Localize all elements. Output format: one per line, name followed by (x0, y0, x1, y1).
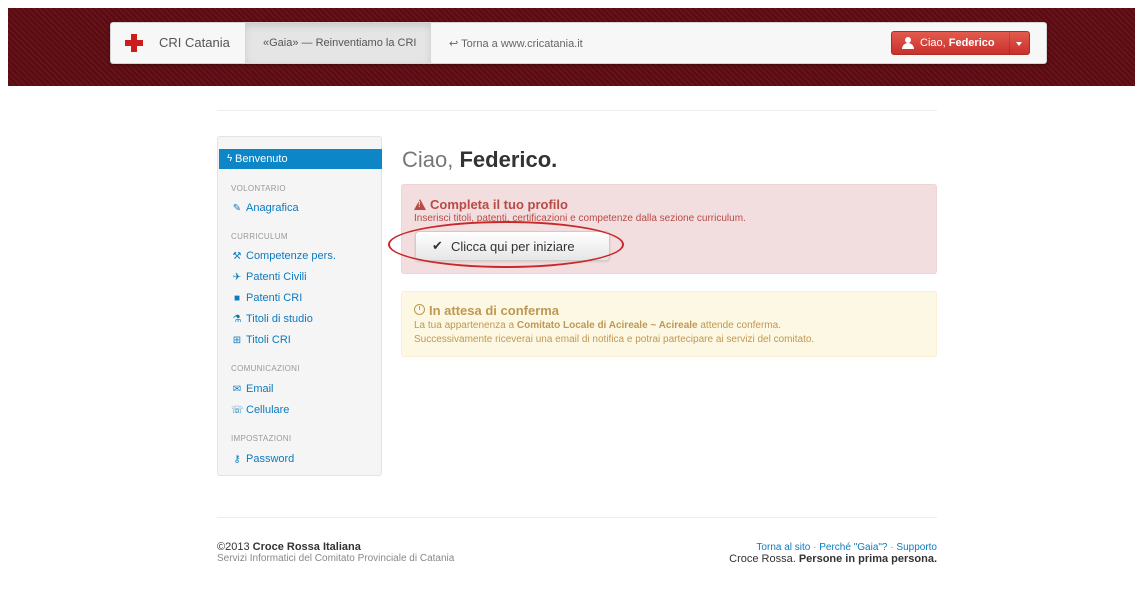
footer-tagline: Croce Rossa. Persone in prima persona. (729, 553, 937, 565)
sidebar: ϟ Benvenuto VOLONTARIO ✎ Anagrafica CURRI… (217, 136, 382, 476)
clock-icon (414, 304, 425, 315)
sidebar-item-password[interactable]: ⚷ Password (231, 453, 294, 465)
sidebar-item-patenti-civili[interactable]: ✈ Patenti Civili (231, 271, 307, 283)
edit-icon: ✎ (232, 203, 242, 214)
sidebar-item-competenze[interactable]: ⚒ Competenze pers. (231, 250, 336, 262)
reply-arrow-icon: ↩ (449, 38, 459, 50)
user-menu-button[interactable]: Ciao, Federico (891, 31, 1030, 55)
sidebar-item-cellulare[interactable]: ☏ Cellulare (231, 404, 289, 416)
nav-back-link-label: Torna a www.cricatania.it (461, 38, 583, 50)
divider-top (217, 110, 937, 111)
start-profile-button[interactable]: ✔ Clicca qui per iniziare (415, 231, 610, 261)
brand-name: CRI Catania (159, 35, 230, 50)
footer-link-support[interactable]: Supporto (896, 542, 937, 553)
sidebar-heading-impostazioni: IMPOSTAZIONI (231, 434, 292, 443)
ambulance-icon: ■ (233, 293, 241, 304)
bolt-icon: ϟ (227, 153, 233, 164)
sidebar-heading-curriculum: CURRICULUM (231, 232, 288, 241)
check-icon: ✔ (432, 238, 443, 253)
sidebar-heading-comunicazioni: COMUNICAZIONI (231, 364, 300, 373)
alert-complete-profile-title: Completa il tuo profilo (414, 197, 568, 212)
sidebar-item-benvenuto[interactable]: ϟ Benvenuto (219, 149, 382, 169)
footer-links: Torna al sito · Perché "Gaia"? · Support… (756, 542, 937, 553)
user-menu-label: Ciao, Federico (920, 37, 995, 49)
brand[interactable]: CRI Catania (111, 23, 243, 63)
alert-complete-profile-body: Inserisci titoli, patenti, certificazion… (414, 213, 746, 224)
divider-footer (217, 517, 937, 518)
phone-icon: ☏ (231, 405, 244, 416)
alert-complete-profile: Completa il tuo profilo Inserisci titoli… (401, 184, 937, 274)
sidebar-item-titoli-studio[interactable]: ⚗ Titoli di studio (231, 313, 313, 325)
sidebar-item-anagrafica[interactable]: ✎ Anagrafica (231, 202, 299, 214)
plane-icon: ✈ (232, 272, 242, 283)
alert-pending-line2: Successivamente riceverai una email di n… (414, 334, 815, 345)
user-menu-divider (1009, 32, 1010, 54)
envelope-icon: ✉ (232, 384, 242, 395)
user-icon (902, 37, 914, 49)
alert-pending-confirmation: In attesa di conferma La tua appartenenz… (401, 291, 937, 357)
footer-link-why-gaia[interactable]: Perché "Gaia"? (819, 542, 887, 553)
caret-down-icon[interactable] (1016, 42, 1022, 46)
alert-pending-title: In attesa di conferma (414, 303, 559, 318)
footer-separator: · (813, 542, 817, 553)
footer-copyright: ©2013 Croce Rossa Italiana (217, 541, 361, 553)
page-title: Ciao, Federico. (402, 147, 558, 172)
sidebar-heading-volontario: VOLONTARIO (231, 184, 286, 193)
footer-separator: · (890, 542, 894, 553)
nav-tab-gaia[interactable]: «Gaia» — Reinventiamo la CRI (245, 23, 431, 63)
wand-icon: ⚒ (232, 251, 242, 262)
nav-back-link[interactable]: ↩ Torna a www.cricatania.it (449, 37, 583, 50)
warning-icon (414, 199, 426, 210)
sidebar-item-patenti-cri[interactable]: ■ Patenti CRI (231, 292, 302, 304)
footer-link-back[interactable]: Torna al sito (756, 542, 810, 553)
plus-square-icon: ⊞ (232, 335, 242, 346)
sidebar-item-label: Benvenuto (235, 153, 288, 165)
beaker-icon: ⚗ (232, 314, 242, 325)
red-cross-logo-icon (125, 34, 143, 52)
sidebar-item-email[interactable]: ✉ Email (231, 383, 274, 395)
start-profile-button-label: Clicca qui per iniziare (451, 239, 575, 254)
nav-tab-gaia-label: «Gaia» — Reinventiamo la CRI (263, 37, 417, 49)
key-icon: ⚷ (233, 454, 241, 465)
alert-pending-line1: La tua appartenenza a Comitato Locale di… (414, 320, 781, 331)
navbar: CRI Catania «Gaia» — Reinventiamo la CRI… (110, 22, 1047, 64)
footer-subtitle: Servizi Informatici del Comitato Provinc… (217, 553, 455, 564)
sidebar-item-titoli-cri[interactable]: ⊞ Titoli CRI (231, 334, 291, 346)
